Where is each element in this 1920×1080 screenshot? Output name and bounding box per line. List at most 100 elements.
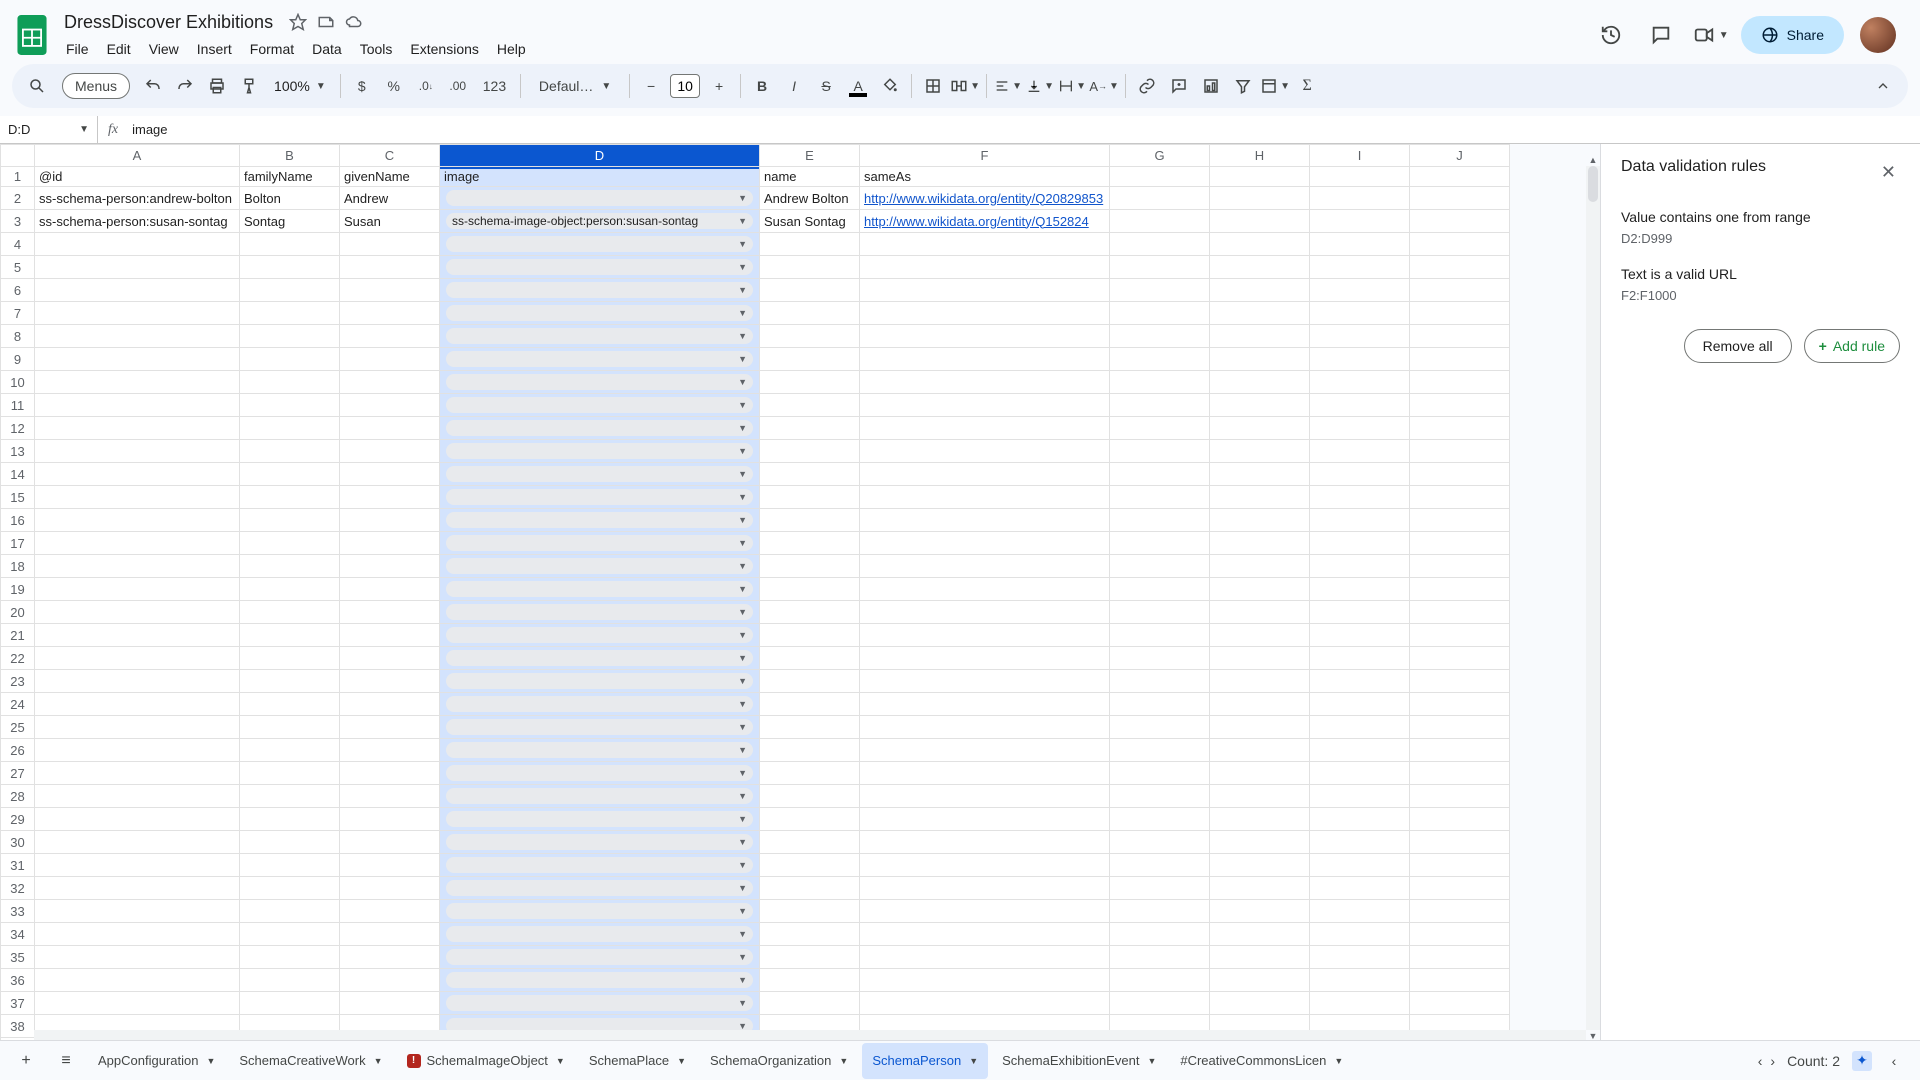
italic-button[interactable]: I (779, 71, 809, 101)
cell-D21[interactable]: ▼ (440, 624, 760, 647)
cell-D22[interactable]: ▼ (440, 647, 760, 670)
validation-dropdown-chip[interactable]: ▼ (446, 926, 753, 942)
cell-A31[interactable] (35, 854, 240, 877)
cell-I14[interactable] (1310, 463, 1410, 486)
cell-F37[interactable] (860, 992, 1110, 1015)
cell-J16[interactable] (1410, 509, 1510, 532)
cell-E31[interactable] (760, 854, 860, 877)
meet-button[interactable]: ▼ (1691, 15, 1731, 55)
cell-D7[interactable]: ▼ (440, 302, 760, 325)
cell-F14[interactable] (860, 463, 1110, 486)
cell-C27[interactable] (340, 762, 440, 785)
cell-I29[interactable] (1310, 808, 1410, 831)
cell-E8[interactable] (760, 325, 860, 348)
cell-I30[interactable] (1310, 831, 1410, 854)
menu-tools[interactable]: Tools (352, 37, 401, 61)
cell-E13[interactable] (760, 440, 860, 463)
side-panel-toggle[interactable]: ‹ (1884, 1053, 1904, 1069)
cell-H32[interactable] (1210, 877, 1310, 900)
cell-G19[interactable] (1110, 578, 1210, 601)
horizontal-align-button[interactable]: ▼ (993, 71, 1023, 101)
cell-J35[interactable] (1410, 946, 1510, 969)
cell-J3[interactable] (1410, 210, 1510, 233)
cell-D8[interactable]: ▼ (440, 325, 760, 348)
cell-A18[interactable] (35, 555, 240, 578)
row-header-6[interactable]: 6 (1, 279, 35, 302)
cell-H35[interactable] (1210, 946, 1310, 969)
cell-A23[interactable] (35, 670, 240, 693)
paint-format-button[interactable] (234, 71, 264, 101)
cell-A33[interactable] (35, 900, 240, 923)
cell-H24[interactable] (1210, 693, 1310, 716)
move-icon[interactable] (317, 13, 335, 31)
cell-D2[interactable]: ▼ (440, 187, 760, 210)
cell-J32[interactable] (1410, 877, 1510, 900)
cell-H29[interactable] (1210, 808, 1310, 831)
functions-button[interactable]: Σ (1292, 71, 1322, 101)
menus-search-chip[interactable]: Menus (62, 73, 130, 99)
row-header-27[interactable]: 27 (1, 762, 35, 785)
cell-I11[interactable] (1310, 394, 1410, 417)
cell-E23[interactable] (760, 670, 860, 693)
cell-C1[interactable]: givenName (340, 167, 440, 187)
cell-I35[interactable] (1310, 946, 1410, 969)
cell-D26[interactable]: ▼ (440, 739, 760, 762)
cell-C13[interactable] (340, 440, 440, 463)
cell-F31[interactable] (860, 854, 1110, 877)
cell-G15[interactable] (1110, 486, 1210, 509)
share-button[interactable]: Share (1741, 16, 1844, 54)
sheet-tab[interactable]: !SchemaImageObject▼ (397, 1043, 575, 1079)
cell-J2[interactable] (1410, 187, 1510, 210)
cell-B2[interactable]: Bolton (240, 187, 340, 210)
formula-input[interactable] (128, 122, 1920, 137)
cell-F2[interactable]: http://www.wikidata.org/entity/Q20829853 (860, 187, 1110, 210)
cell-D31[interactable]: ▼ (440, 854, 760, 877)
cell-I4[interactable] (1310, 233, 1410, 256)
select-all-corner[interactable] (1, 145, 35, 167)
cell-H25[interactable] (1210, 716, 1310, 739)
cell-I18[interactable] (1310, 555, 1410, 578)
cell-F6[interactable] (860, 279, 1110, 302)
menu-file[interactable]: File (58, 37, 97, 61)
cell-E34[interactable] (760, 923, 860, 946)
cell-I13[interactable] (1310, 440, 1410, 463)
cell-H8[interactable] (1210, 325, 1310, 348)
cell-A28[interactable] (35, 785, 240, 808)
validation-dropdown-chip[interactable]: ▼ (446, 443, 753, 459)
cell-C10[interactable] (340, 371, 440, 394)
validation-dropdown-chip[interactable]: ▼ (446, 236, 753, 252)
merge-cells-button[interactable]: ▼ (950, 71, 980, 101)
document-title[interactable]: DressDiscover Exhibitions (58, 10, 279, 35)
validation-dropdown-chip[interactable]: ▼ (446, 604, 753, 620)
cell-J7[interactable] (1410, 302, 1510, 325)
cell-E16[interactable] (760, 509, 860, 532)
explore-button[interactable]: ✦ (1852, 1051, 1872, 1071)
cell-H6[interactable] (1210, 279, 1310, 302)
cell-I6[interactable] (1310, 279, 1410, 302)
row-header-7[interactable]: 7 (1, 302, 35, 325)
cell-E18[interactable] (760, 555, 860, 578)
menu-help[interactable]: Help (489, 37, 534, 61)
increase-font-size-button[interactable]: + (704, 71, 734, 101)
validation-dropdown-chip[interactable]: ▼ (446, 627, 753, 643)
percent-button[interactable]: % (379, 71, 409, 101)
cell-G29[interactable] (1110, 808, 1210, 831)
cell-E21[interactable] (760, 624, 860, 647)
filter-views-button[interactable]: ▼ (1260, 71, 1290, 101)
cell-C35[interactable] (340, 946, 440, 969)
cell-I31[interactable] (1310, 854, 1410, 877)
cell-F11[interactable] (860, 394, 1110, 417)
cell-B6[interactable] (240, 279, 340, 302)
row-header-35[interactable]: 35 (1, 946, 35, 969)
cell-E3[interactable]: Susan Sontag (760, 210, 860, 233)
row-header-3[interactable]: 3 (1, 210, 35, 233)
cell-I17[interactable] (1310, 532, 1410, 555)
cell-H9[interactable] (1210, 348, 1310, 371)
cell-A4[interactable] (35, 233, 240, 256)
cell-E36[interactable] (760, 969, 860, 992)
cell-B29[interactable] (240, 808, 340, 831)
cell-B36[interactable] (240, 969, 340, 992)
cell-H19[interactable] (1210, 578, 1310, 601)
cell-I27[interactable] (1310, 762, 1410, 785)
decrease-font-size-button[interactable]: − (636, 71, 666, 101)
